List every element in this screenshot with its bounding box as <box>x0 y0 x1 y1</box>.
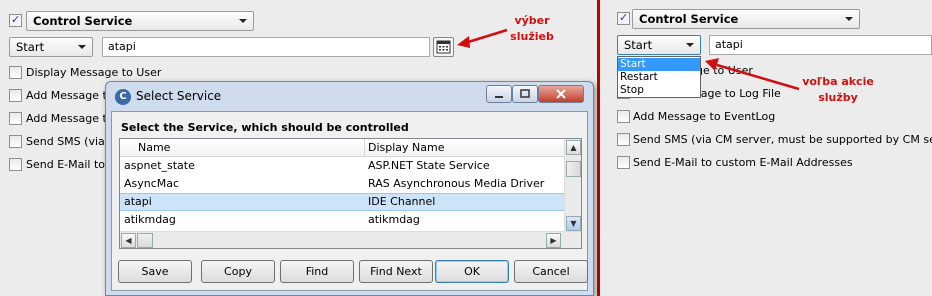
option-checkbox[interactable] <box>617 133 630 146</box>
action-combo[interactable]: Control Service <box>632 9 860 29</box>
action-combo-label: Control Service <box>33 14 133 28</box>
option-label: Send E-Mail to custom E-Mail Addresses <box>633 156 853 169</box>
chevron-down-icon <box>78 45 86 49</box>
mode-dropdown-list: Start Restart Stop <box>617 56 701 98</box>
mode-combo-label: Start <box>624 38 653 52</box>
column-header-display-name[interactable]: Display Name <box>368 141 445 154</box>
select-service-dialog: C Select Service Select the Service, whi… <box>105 81 594 296</box>
service-input[interactable]: atapi <box>709 35 932 55</box>
column-header-name[interactable]: Name <box>138 141 170 154</box>
scroll-down-icon[interactable]: ▼ <box>566 216 581 231</box>
cell-name: atikmdag <box>124 213 176 226</box>
copy-button[interactable]: Copy <box>201 260 275 283</box>
find-button[interactable]: Find <box>280 260 354 283</box>
grid-icon <box>436 40 451 54</box>
horizontal-scrollbar[interactable]: ◀ ▶ <box>120 231 581 248</box>
option-label: Send SMS (via CM server, must be support… <box>633 133 932 146</box>
chevron-down-icon <box>845 17 853 21</box>
service-input-value: atapi <box>108 40 136 53</box>
table-row[interactable]: AsyncMac RAS Asynchronous Media Driver <box>120 175 565 193</box>
cell-display-name: RAS Asynchronous Media Driver <box>368 177 545 190</box>
mode-combo[interactable]: Start <box>617 35 701 55</box>
service-input[interactable]: atapi <box>102 37 430 57</box>
cell-display-name: IDE Channel <box>368 195 436 208</box>
cancel-button[interactable]: Cancel <box>514 260 588 283</box>
services-grid: Name Display Name aspnet_state ASP.NET S… <box>119 138 582 249</box>
table-row[interactable]: atikmdag atikmdag <box>120 211 565 229</box>
cell-display-name: ASP.NET State Service <box>368 159 490 172</box>
cell-display-name: atikmdag <box>368 213 420 226</box>
maximize-button[interactable] <box>512 85 538 103</box>
dialog-heading: Select the Service, which should be cont… <box>121 121 409 134</box>
option-label: Send E-Mail to c <box>26 158 115 171</box>
cell-name: aspnet_state <box>124 159 195 172</box>
annotation-service-choice: výber služieb <box>510 14 554 43</box>
scroll-thumb[interactable] <box>566 161 581 177</box>
vertical-scrollbar[interactable]: ▲ ▼ <box>564 139 581 233</box>
control-service-checkbox[interactable] <box>9 13 22 27</box>
service-input-value: atapi <box>715 38 743 51</box>
annotation-arrow <box>457 28 508 48</box>
table-row[interactable]: aspnet_state ASP.NET State Service <box>120 157 565 175</box>
mode-combo-label: Start <box>16 40 45 54</box>
browse-services-button[interactable] <box>433 37 454 57</box>
option-checkbox[interactable] <box>9 66 22 79</box>
column-separator[interactable] <box>364 139 365 157</box>
maximize-icon <box>520 89 530 98</box>
ok-button[interactable]: OK <box>435 260 509 283</box>
option-label: Add Message to <box>26 112 114 125</box>
scroll-up-icon[interactable]: ▲ <box>566 140 581 155</box>
chevron-down-icon <box>686 43 694 47</box>
scroll-thumb[interactable] <box>137 233 153 248</box>
dropdown-option[interactable]: Stop <box>618 84 700 97</box>
chevron-down-icon <box>239 19 247 23</box>
close-button[interactable] <box>538 85 584 103</box>
dropdown-option[interactable]: Restart <box>618 71 700 84</box>
action-combo-label: Control Service <box>639 12 739 26</box>
scroll-left-icon[interactable]: ◀ <box>121 233 136 248</box>
grid-header: Name Display Name <box>120 139 565 157</box>
mode-combo[interactable]: Start <box>9 37 93 57</box>
annotation-arrow <box>705 58 800 91</box>
option-label: Send SMS (via C <box>26 135 116 148</box>
minimize-button[interactable] <box>486 85 512 103</box>
close-icon <box>556 89 566 99</box>
option-checkbox[interactable] <box>617 110 630 123</box>
option-label: Add Message to EventLog <box>633 110 776 123</box>
control-service-checkbox[interactable] <box>617 11 630 25</box>
minimize-icon <box>495 96 503 98</box>
option-checkbox[interactable] <box>9 112 22 125</box>
dialog-body: Select the Service, which should be cont… <box>111 111 588 291</box>
dialog-title: Select Service <box>136 89 222 103</box>
app-icon: C <box>115 89 131 105</box>
annotation-action-choice: voľba akcie služby <box>802 75 874 104</box>
option-checkbox[interactable] <box>9 158 22 171</box>
option-checkbox[interactable] <box>9 89 22 102</box>
cell-name: atapi <box>124 195 152 208</box>
option-label: Display Message to User <box>26 66 162 79</box>
cell-name: AsyncMac <box>124 177 180 190</box>
find-next-button[interactable]: Find Next <box>359 260 433 283</box>
option-checkbox[interactable] <box>617 156 630 169</box>
panel-divider <box>597 0 600 296</box>
table-row[interactable]: atapi IDE Channel <box>120 193 565 211</box>
scroll-right-icon[interactable]: ▶ <box>546 233 561 248</box>
option-checkbox[interactable] <box>9 135 22 148</box>
save-button[interactable]: Save <box>118 260 192 283</box>
option-label: Add Message to <box>26 89 114 102</box>
action-combo[interactable]: Control Service <box>26 11 254 31</box>
dropdown-option[interactable]: Start <box>618 58 700 71</box>
